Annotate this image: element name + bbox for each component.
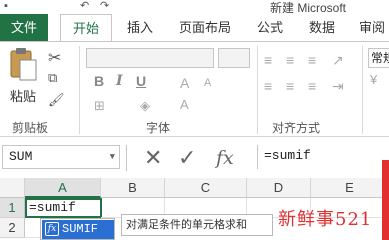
paste-icon: [10, 48, 37, 81]
chevron-down-icon[interactable]: ▼: [110, 146, 115, 168]
formula-bar: SUM ▼ ✕ ✓ fx =sumif: [0, 137, 389, 175]
format-painter-icon[interactable]: 🖌: [48, 92, 65, 108]
enter-icon[interactable]: ✓: [178, 146, 196, 170]
save-icon[interactable]: ▪: [4, 0, 8, 12]
watermark: 新鲜事521: [278, 209, 373, 230]
name-box-value: SUM: [9, 149, 33, 164]
name-box[interactable]: SUM ▼: [2, 145, 120, 169]
tab-page-layout[interactable]: 页面布局: [170, 14, 240, 41]
autocomplete-item-label: SUMIF: [62, 222, 99, 236]
insert-function-icon[interactable]: fx: [216, 146, 234, 170]
orientation-icon[interactable]: ↗: [332, 52, 344, 69]
italic-button[interactable]: I: [116, 73, 123, 89]
column-header-b[interactable]: B: [101, 178, 165, 198]
autocomplete-item-sumif[interactable]: fx SUMIF: [42, 220, 114, 239]
align-middle-icon[interactable]: ≡: [286, 52, 294, 68]
divider: [257, 46, 258, 134]
align-top-icon[interactable]: ≡: [264, 52, 272, 68]
group-label-font: 字体: [146, 121, 171, 135]
redo-icon[interactable]: ↷: [100, 0, 109, 12]
align-left-icon[interactable]: ≡: [264, 78, 272, 94]
border-icon[interactable]: ⊞: [94, 98, 105, 114]
function-tooltip: 对满足条件的单元格求和: [121, 214, 273, 236]
column-header-a[interactable]: A: [25, 178, 101, 198]
tab-home[interactable]: 开始: [60, 14, 112, 42]
tab-formulas[interactable]: 公式: [248, 14, 292, 41]
align-right-icon[interactable]: ≡: [308, 78, 316, 94]
group-label-alignment: 对齐方式: [272, 121, 321, 135]
column-header-d[interactable]: D: [247, 178, 311, 198]
cancel-icon[interactable]: ✕: [144, 146, 162, 170]
tab-data[interactable]: 数据: [300, 14, 344, 41]
cut-icon[interactable]: ✂: [48, 48, 61, 68]
paste-button[interactable]: 粘贴: [6, 48, 40, 108]
select-all-corner[interactable]: [0, 178, 25, 198]
copy-icon[interactable]: ⧉: [48, 70, 57, 86]
currency-icon[interactable]: ¥: [370, 72, 377, 87]
align-center-icon[interactable]: ≡: [286, 78, 294, 94]
underline-button[interactable]: U: [136, 73, 146, 89]
fill-color-icon[interactable]: ◈: [140, 98, 150, 114]
tab-review[interactable]: 审阅: [352, 14, 389, 41]
cell-a1[interactable]: =sumif: [25, 198, 102, 218]
row-header-1[interactable]: 1: [0, 198, 25, 218]
red-marker: [382, 160, 389, 240]
font-name-combo[interactable]: [86, 48, 214, 68]
tab-insert[interactable]: 插入: [118, 14, 162, 41]
increase-font-icon[interactable]: A: [180, 75, 189, 91]
group-label-clipboard: 剪贴板: [12, 121, 49, 135]
column-header-e[interactable]: E: [311, 178, 389, 198]
font-size-combo[interactable]: [218, 48, 250, 68]
font-color-icon[interactable]: A: [180, 97, 189, 112]
title-bar: ▪ ↶ ↷ 新建 Microsoft: [0, 0, 389, 15]
divider: [362, 46, 363, 134]
indent-icon[interactable]: ⇥: [332, 78, 344, 95]
undo-icon[interactable]: ↶: [80, 0, 89, 12]
bold-button[interactable]: B: [94, 73, 104, 89]
number-format-combo[interactable]: 常规: [368, 48, 389, 68]
formula-input[interactable]: =sumif: [257, 145, 389, 169]
function-autocomplete-list: fx SUMIF: [40, 218, 115, 240]
divider: [126, 145, 127, 171]
tab-file[interactable]: 文件: [0, 14, 48, 41]
divider: [79, 46, 80, 134]
column-header-c[interactable]: C: [165, 178, 247, 198]
align-bottom-icon[interactable]: ≡: [308, 52, 316, 68]
function-icon: fx: [45, 222, 59, 236]
ribbon: 粘贴 ✂ ⧉ 🖌 剪贴板 B I U A A ⊞ ◈ A 字体 ≡ ≡ ≡ ↗ …: [0, 41, 389, 137]
paste-label: 粘贴: [10, 89, 37, 104]
row-header-2[interactable]: 2: [0, 218, 25, 238]
decrease-font-icon[interactable]: A: [204, 77, 211, 89]
ribbon-tabs: 文件 开始 插入 页面布局 公式 数据 审阅: [0, 14, 389, 42]
